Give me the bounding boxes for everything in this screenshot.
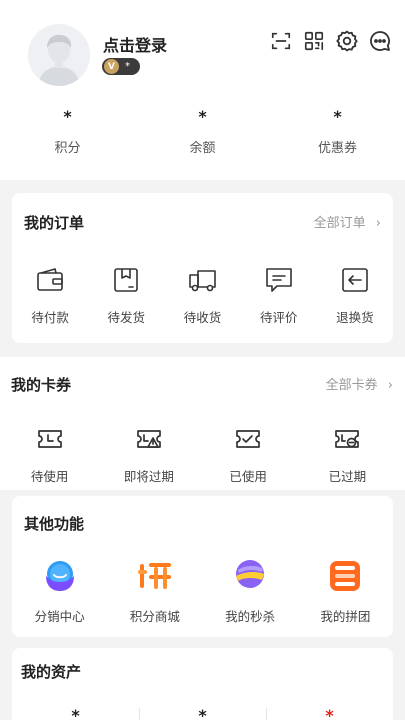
order-item-pending-review[interactable]: 待评价 <box>241 265 317 326</box>
order-item-label: 待发货 <box>107 310 146 325</box>
stat-balance[interactable]: * 余额 <box>135 107 270 157</box>
return-icon <box>341 265 369 295</box>
function-flash-sale[interactable]: 我的秒杀 <box>203 558 298 625</box>
coupons-grid: 待使用 即将过期 已使用 已过期 <box>0 424 397 485</box>
coupons-card: 我的卡券 全部卡券 › 待使用 即将过期 已使用 已过期 <box>0 357 405 490</box>
vip-level: * <box>125 60 130 72</box>
stat-points[interactable]: * 积分 <box>0 107 135 157</box>
assets-title: 我的资产 <box>21 663 82 681</box>
order-item-label: 待评价 <box>259 310 298 325</box>
stat-label: 积分 <box>54 141 81 156</box>
function-label: 分销中心 <box>34 609 85 624</box>
all-coupons-link[interactable]: 全部卡券 › <box>326 374 393 393</box>
coupons-title: 我的卡券 <box>11 376 72 394</box>
coupon-item-expiring[interactable]: 即将过期 <box>99 424 198 485</box>
avatar[interactable] <box>28 24 90 86</box>
other-functions-grid: 分销中心 积分商城 我的秒杀 我的拼团 <box>12 558 393 625</box>
distribution-icon <box>42 558 78 594</box>
qr-code-icon[interactable] <box>301 28 327 54</box>
coupon-expiring-icon <box>136 424 162 454</box>
order-item-pending-payment[interactable]: 待付款 <box>12 265 88 326</box>
truck-icon <box>188 265 218 295</box>
comment-icon <box>265 265 293 295</box>
function-label: 积分商城 <box>129 609 180 624</box>
coupon-item-used[interactable]: 已使用 <box>199 424 298 485</box>
other-functions-title: 其他功能 <box>24 515 85 533</box>
vip-coin-icon: V <box>104 59 119 74</box>
chevron-right-icon: › <box>387 378 393 393</box>
login-title[interactable]: 点击登录 <box>103 32 167 56</box>
points-mall-icon <box>137 558 173 594</box>
coupon-used-icon <box>235 424 261 454</box>
order-item-label: 待付款 <box>31 310 69 325</box>
all-orders-link[interactable]: 全部订单 › <box>314 212 381 231</box>
all-coupons-label: 全部卡券 <box>325 378 378 393</box>
settings-icon[interactable] <box>334 28 360 54</box>
order-item-label: 待收货 <box>183 310 222 325</box>
vip-badge: V * <box>102 58 140 75</box>
stat-value: * <box>63 107 72 126</box>
wallet-icon <box>36 265 64 295</box>
stat-coupons[interactable]: * 优惠券 <box>270 107 405 157</box>
asset-value[interactable]: * <box>139 706 266 720</box>
coupon-item-label: 已过期 <box>328 469 367 484</box>
package-icon <box>113 265 139 295</box>
coupon-item-label: 即将过期 <box>123 469 174 484</box>
group-buy-icon <box>327 558 363 594</box>
coupon-item-expired[interactable]: 已过期 <box>298 424 397 485</box>
function-label: 我的拼团 <box>320 609 371 624</box>
chevron-right-icon: › <box>375 216 381 231</box>
orders-grid: 待付款 待发货 待收货 待评价 退换货 <box>12 265 393 326</box>
function-label: 我的秒杀 <box>225 609 276 624</box>
all-orders-label: 全部订单 <box>313 216 366 231</box>
coupon-item-unused[interactable]: 待使用 <box>0 424 99 485</box>
order-item-pending-receipt[interactable]: 待收货 <box>164 265 240 326</box>
stat-label: 优惠券 <box>317 141 357 156</box>
asset-value[interactable]: * <box>12 706 139 720</box>
assets-values: * * * <box>12 706 393 720</box>
function-points-mall[interactable]: 积分商城 <box>107 558 202 625</box>
scan-icon[interactable] <box>268 28 294 54</box>
function-group-buy[interactable]: 我的拼团 <box>298 558 393 625</box>
coupon-unused-icon <box>37 424 63 454</box>
function-distribution-center[interactable]: 分销中心 <box>12 558 107 625</box>
asset-value-highlight[interactable]: * <box>266 706 393 720</box>
coupon-item-label: 待使用 <box>30 469 69 484</box>
order-item-pending-shipment[interactable]: 待发货 <box>88 265 164 326</box>
message-icon[interactable] <box>367 28 393 54</box>
account-stats: * 积分 * 余额 * 优惠券 <box>0 107 405 157</box>
stat-value: * <box>198 107 207 126</box>
header-actions <box>261 28 393 54</box>
stat-value: * <box>333 107 342 126</box>
flash-sale-icon <box>232 558 268 594</box>
coupon-item-label: 已使用 <box>229 469 267 484</box>
stat-label: 余额 <box>189 141 216 156</box>
orders-title: 我的订单 <box>24 214 85 232</box>
order-item-label: 退换货 <box>336 310 374 325</box>
orders-card: 我的订单 全部订单 › 待付款 待发货 待收货 待评价 退换货 <box>12 193 393 343</box>
order-item-returns[interactable]: 退换货 <box>317 265 393 326</box>
coupon-expired-icon <box>334 424 360 454</box>
other-functions-card: 其他功能 分销中心 积分商城 我的秒杀 我的拼团 <box>12 496 393 637</box>
